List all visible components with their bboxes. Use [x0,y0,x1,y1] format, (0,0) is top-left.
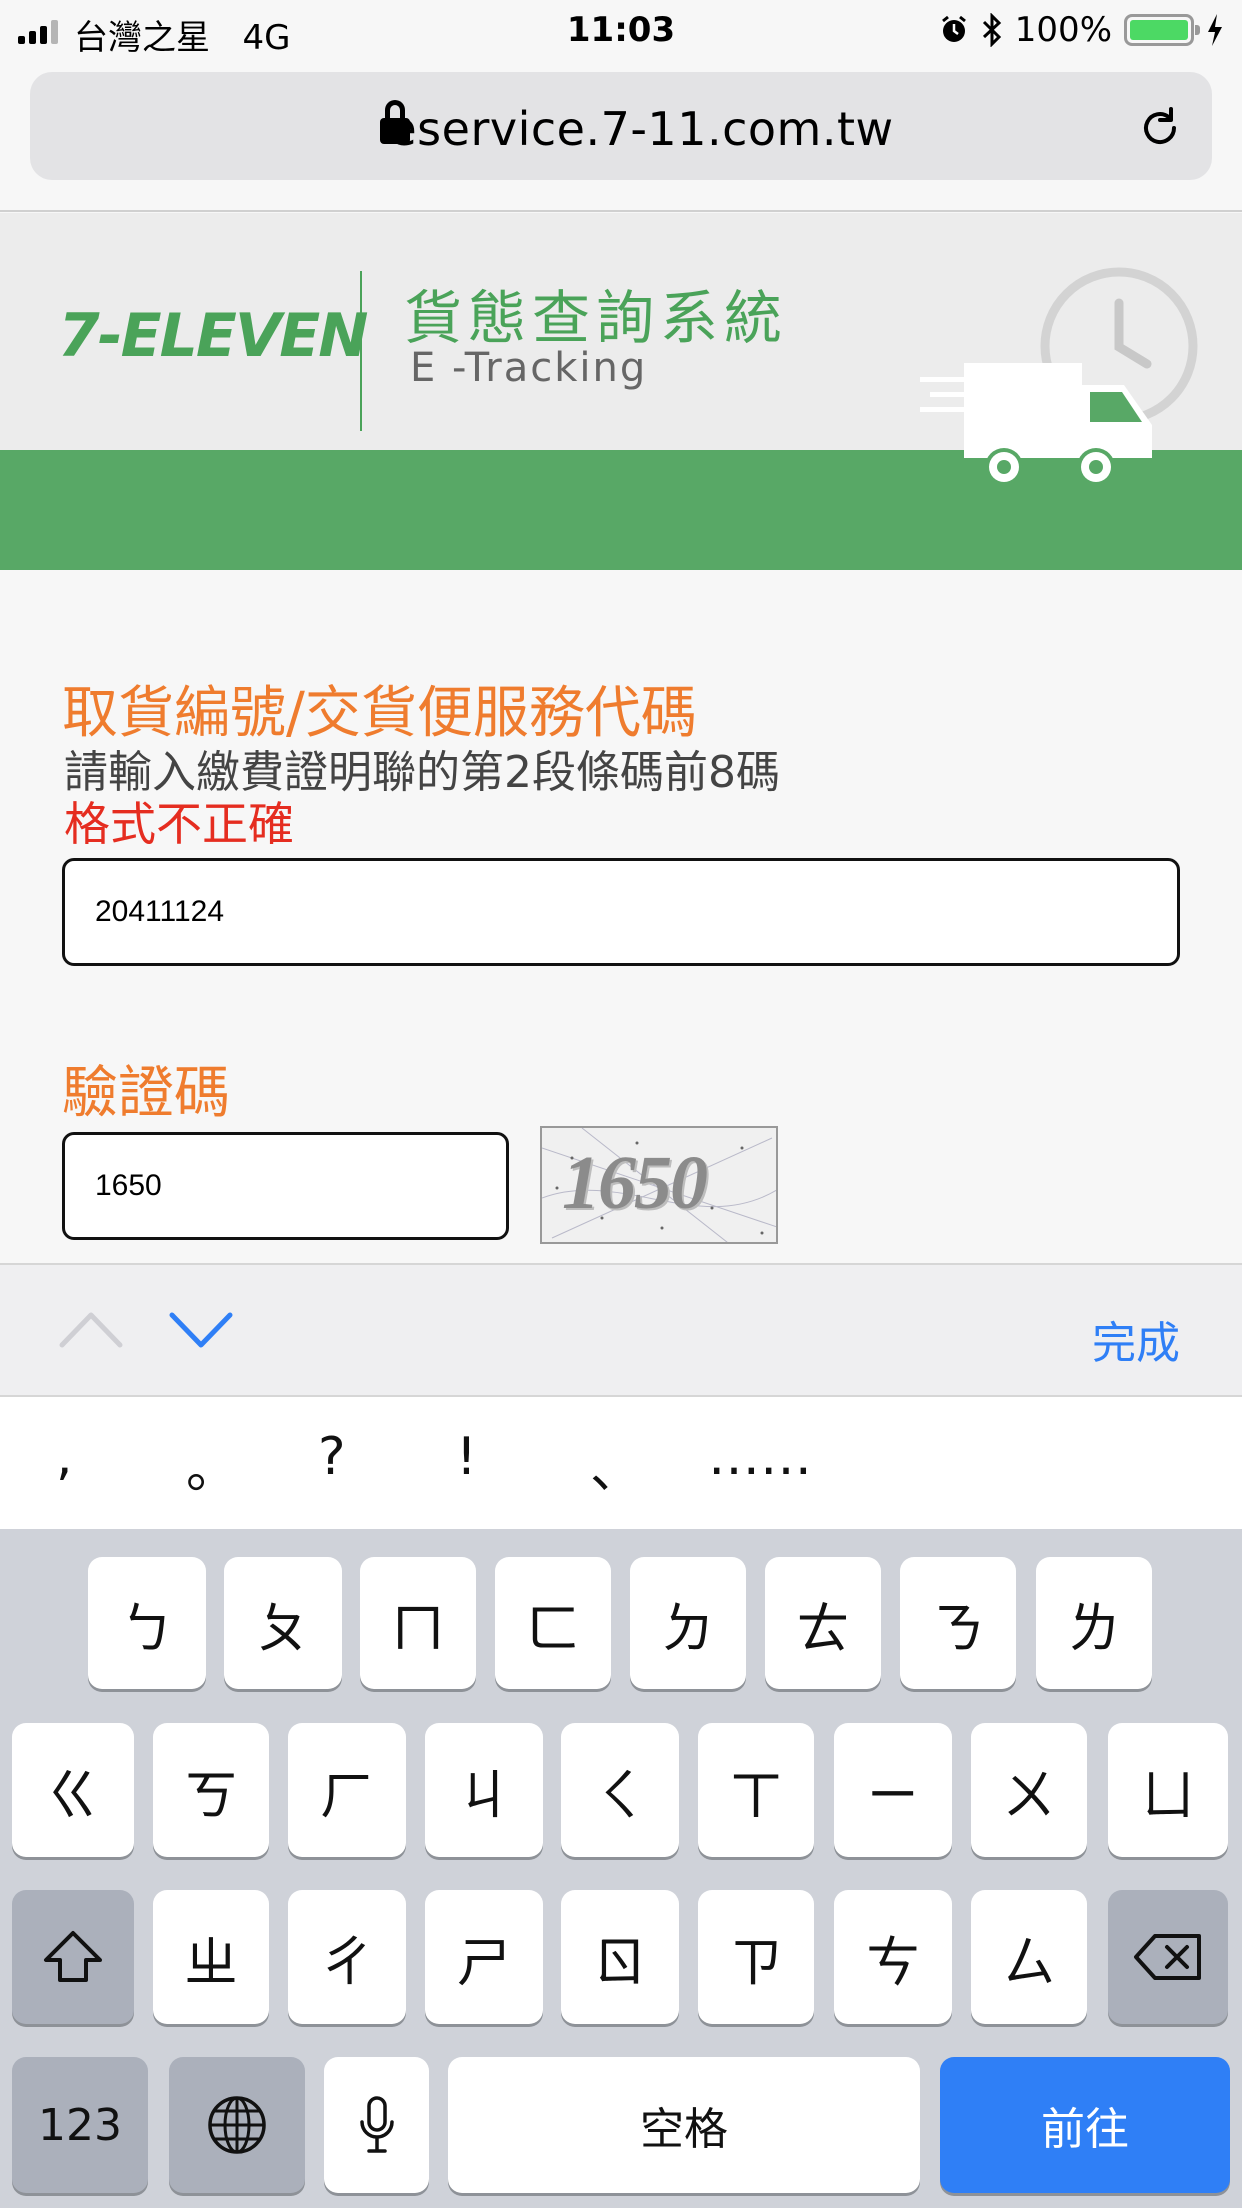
zhuyin-keyboard: ㄅ ㄆ ㄇ ㄈ ㄉ ㄊ ㄋ ㄌ ㄍ ㄎ ㄏ ㄐ ㄑ ㄒ ㄧ ㄨ ㄩ ㄓ ㄔ ㄕ … [0,1529,1242,2208]
battery-percent: 100% [1014,10,1112,50]
seven-eleven-logo[interactable]: 7-ELEVEN [58,301,368,371]
header-divider [360,271,362,431]
dictation-key[interactable] [324,2057,429,2193]
key[interactable]: ㄩ [1108,1723,1228,1857]
candidate-bar: , 。 ? ! 、 …… [0,1397,1242,1529]
tracking-form: 取貨編號/交貨便服務代碼 請輸入繳費證明聯的第2段條碼前8碼 格式不正確 204… [0,570,1242,1263]
key[interactable]: ㄏ [288,1723,406,1857]
key[interactable]: ㄔ [288,1890,406,2024]
globe-icon [208,2096,266,2154]
key[interactable]: ㄌ [1036,1557,1152,1689]
done-button[interactable]: 完成 [1092,1307,1180,1371]
key[interactable]: ㄊ [765,1557,881,1689]
backspace-key[interactable] [1108,1890,1228,2024]
space-key[interactable]: 空格 [448,2057,920,2193]
key[interactable]: ㄉ [630,1557,746,1689]
shift-icon [44,1931,102,1982]
captcha-image: 1650 [540,1126,778,1244]
key[interactable]: ㄘ [834,1890,952,2024]
captcha-label: 驗證碼 [62,1061,230,1126]
delivery-truck-icon [920,363,1152,486]
alarm-icon [941,15,966,42]
pickup-code-input[interactable]: 20411124 [62,858,1180,966]
captcha-input[interactable]: 1650 [62,1132,509,1240]
chevron-up-icon[interactable] [58,1305,124,1355]
key[interactable]: ㄑ [561,1723,679,1857]
candidate-period[interactable]: 。 [186,1427,238,1502]
shift-key[interactable] [12,1890,134,2024]
key[interactable]: ㄕ [425,1890,543,2024]
candidate-ellipsis[interactable]: …… [708,1427,812,1487]
pickup-code-error: 格式不正確 [64,797,294,851]
key[interactable]: ㄐ [425,1723,543,1857]
key[interactable]: ㄨ [971,1723,1087,1857]
key[interactable]: ㄗ [698,1890,814,2024]
candidate-comma[interactable]: , [56,1427,73,1487]
microphone-icon [359,2096,394,2153]
captcha-text: 1650 [562,1141,708,1225]
key[interactable]: ㄧ [834,1723,952,1857]
globe-key[interactable] [169,2057,305,2193]
key[interactable]: ㄋ [900,1557,1016,1689]
key[interactable]: ㄎ [153,1723,269,1857]
go-key[interactable]: 前往 [940,2057,1230,2193]
key[interactable]: ㄈ [495,1557,611,1689]
key[interactable]: ㄒ [698,1723,814,1857]
candidate-exclamation[interactable]: ! [456,1427,477,1487]
key[interactable]: ㄅ [88,1557,206,1689]
key[interactable]: ㄍ [12,1723,134,1857]
key[interactable]: ㄖ [561,1890,679,2024]
bluetooth-icon [982,13,1001,47]
key[interactable]: ㄙ [971,1890,1087,2024]
site-title: 貨態查詢系統 [404,284,789,352]
backspace-icon [1134,1934,1201,1980]
key[interactable]: ㄇ [360,1557,476,1689]
candidate-enumeration-comma[interactable]: 、 [590,1427,642,1502]
key[interactable]: ㄓ [153,1890,269,2024]
address-bar[interactable]: eservice.7-11.com.tw [30,72,1212,180]
site-subtitle: E -Tracking [410,345,648,391]
status-bar: 台灣之星 4G 11:03 100% [0,0,1242,64]
chevron-down-icon[interactable] [168,1305,234,1355]
browser-toolbar: eservice.7-11.com.tw [0,64,1242,212]
numbers-key[interactable]: 123 [12,2057,148,2193]
charging-icon [1208,14,1222,46]
keyboard-accessory-bar: 完成 [0,1263,1242,1397]
battery-icon [1124,14,1200,46]
url-text[interactable]: eservice.7-11.com.tw [30,102,1212,156]
candidate-question[interactable]: ? [318,1427,346,1487]
key[interactable]: ㄆ [224,1557,342,1689]
reload-icon[interactable] [1138,106,1182,150]
